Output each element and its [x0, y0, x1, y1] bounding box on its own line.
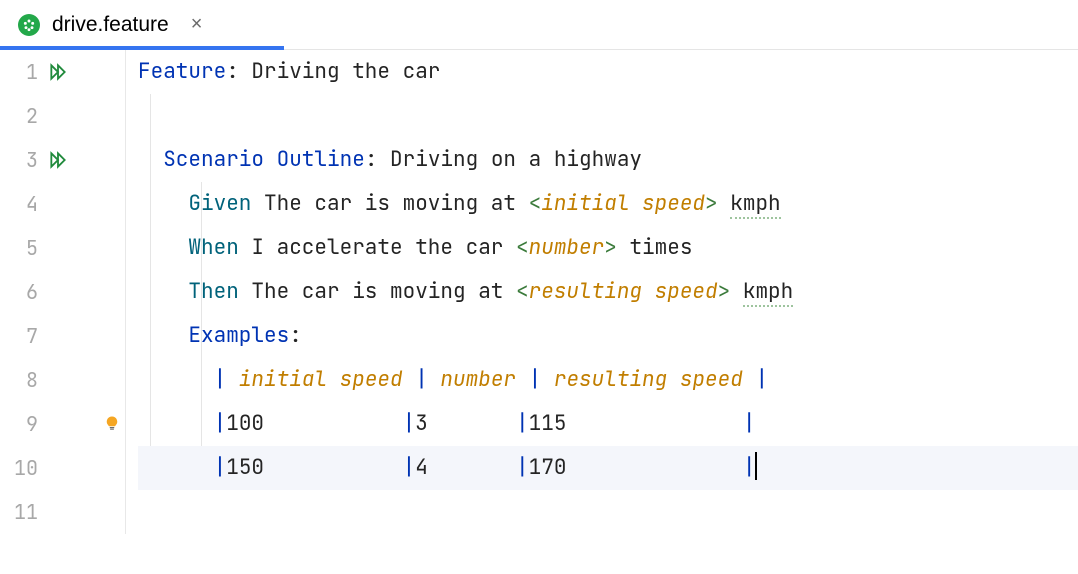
line-number: 2 [0, 94, 46, 138]
pipe: | [403, 410, 416, 437]
angle-open: < [529, 190, 542, 217]
colon: : [289, 322, 302, 349]
gutter-row[interactable]: 8 [0, 358, 125, 402]
param: number [529, 234, 605, 261]
code-line[interactable]: Feature: Driving the car [138, 50, 1078, 94]
text: Driving on a highway [377, 146, 642, 173]
text-warning: kmph [743, 278, 793, 307]
pipe: | [529, 366, 542, 393]
pipe: | [755, 366, 768, 393]
text: Driving the car [239, 58, 441, 85]
gutter-row[interactable]: 1 [0, 50, 125, 94]
run-all-icon[interactable] [48, 62, 68, 82]
code-area[interactable]: Feature: Driving the car Scenario Outlin… [126, 50, 1078, 534]
pipe: | [214, 454, 227, 481]
tab-filename: drive.feature [52, 13, 169, 37]
pipe: | [403, 454, 416, 481]
text-warning: kmph [730, 190, 780, 219]
pipe: | [743, 454, 756, 481]
run-all-icon[interactable] [48, 150, 68, 170]
text: The car is moving at [251, 190, 528, 217]
code-line[interactable]: |100 |3 |115 | [138, 402, 1078, 446]
line-number: 4 [0, 182, 46, 226]
pipe: | [516, 410, 529, 437]
angle-open: < [516, 278, 529, 305]
text [718, 190, 731, 217]
editor-tab[interactable]: drive.feature × [0, 0, 224, 49]
angle-close: > [705, 190, 718, 217]
table-cell: 150 [226, 454, 402, 481]
table-header: resulting speed [541, 366, 755, 393]
pipe: | [214, 410, 227, 437]
line-number: 11 [0, 490, 46, 534]
line-number: 9 [0, 402, 46, 446]
close-icon[interactable]: × [187, 13, 207, 36]
keyword-when: When [188, 234, 238, 261]
table-cell: 115 [529, 410, 743, 437]
line-number: 7 [0, 314, 46, 358]
gutter-row[interactable]: 5 [0, 226, 125, 270]
code-line[interactable] [138, 490, 1078, 534]
code-line[interactable]: Then The car is moving at <resulting spe… [138, 270, 1078, 314]
intention-bulb-icon[interactable] [103, 415, 121, 433]
gutter-row[interactable]: 11 [0, 490, 125, 534]
code-line[interactable]: Scenario Outline: Driving on a highway [138, 138, 1078, 182]
keyword-then: Then [188, 278, 238, 305]
text-cursor [755, 452, 757, 480]
gutter-row[interactable]: 9 [0, 402, 125, 446]
cucumber-icon [18, 14, 40, 36]
text: I accelerate the car [239, 234, 516, 261]
line-number: 10 [0, 446, 46, 490]
table-cell: 100 [226, 410, 402, 437]
gutter-row[interactable]: 7 [0, 314, 125, 358]
editor: 1 2 3 4 5 6 7 8 9 10 [0, 50, 1078, 534]
angle-close: > [604, 234, 617, 261]
line-number: 1 [0, 50, 46, 94]
gutter: 1 2 3 4 5 6 7 8 9 10 [0, 50, 126, 534]
text: The car is moving at [239, 278, 516, 305]
gutter-row[interactable]: 10 [0, 446, 125, 490]
gutter-row[interactable]: 6 [0, 270, 125, 314]
text: times [617, 234, 693, 261]
pipe: | [743, 410, 756, 437]
code-line[interactable] [138, 94, 1078, 138]
code-line[interactable]: Examples: [138, 314, 1078, 358]
pipe: | [214, 366, 227, 393]
table-cell: 3 [415, 410, 516, 437]
colon: : [226, 58, 239, 85]
pipe: | [516, 454, 529, 481]
table-header: number [428, 366, 529, 393]
table-cell: 170 [529, 454, 743, 481]
text [730, 278, 743, 305]
angle-open: < [516, 234, 529, 261]
line-number: 5 [0, 226, 46, 270]
line-number: 3 [0, 138, 46, 182]
angle-close: > [718, 278, 731, 305]
code-line[interactable]: | initial speed | number | resulting spe… [138, 358, 1078, 402]
tab-bar: drive.feature × [0, 0, 1078, 50]
keyword-examples: Examples [188, 322, 289, 349]
colon: : [365, 146, 378, 173]
code-line[interactable]: Given The car is moving at <initial spee… [138, 182, 1078, 226]
code-line-active[interactable]: |150 |4 |170 | [138, 446, 1078, 490]
code-line[interactable]: When I accelerate the car <number> times [138, 226, 1078, 270]
param: resulting speed [529, 278, 718, 305]
line-number: 6 [0, 270, 46, 314]
keyword-scenario-outline: Scenario Outline [163, 146, 365, 173]
gutter-row[interactable]: 4 [0, 182, 125, 226]
line-number: 8 [0, 358, 46, 402]
pipe: | [415, 366, 428, 393]
keyword-given: Given [188, 190, 251, 217]
param: initial speed [541, 190, 705, 217]
table-header: initial speed [226, 366, 415, 393]
gutter-row[interactable]: 3 [0, 138, 125, 182]
keyword-feature: Feature [138, 58, 226, 85]
gutter-row[interactable]: 2 [0, 94, 125, 138]
table-cell: 4 [415, 454, 516, 481]
